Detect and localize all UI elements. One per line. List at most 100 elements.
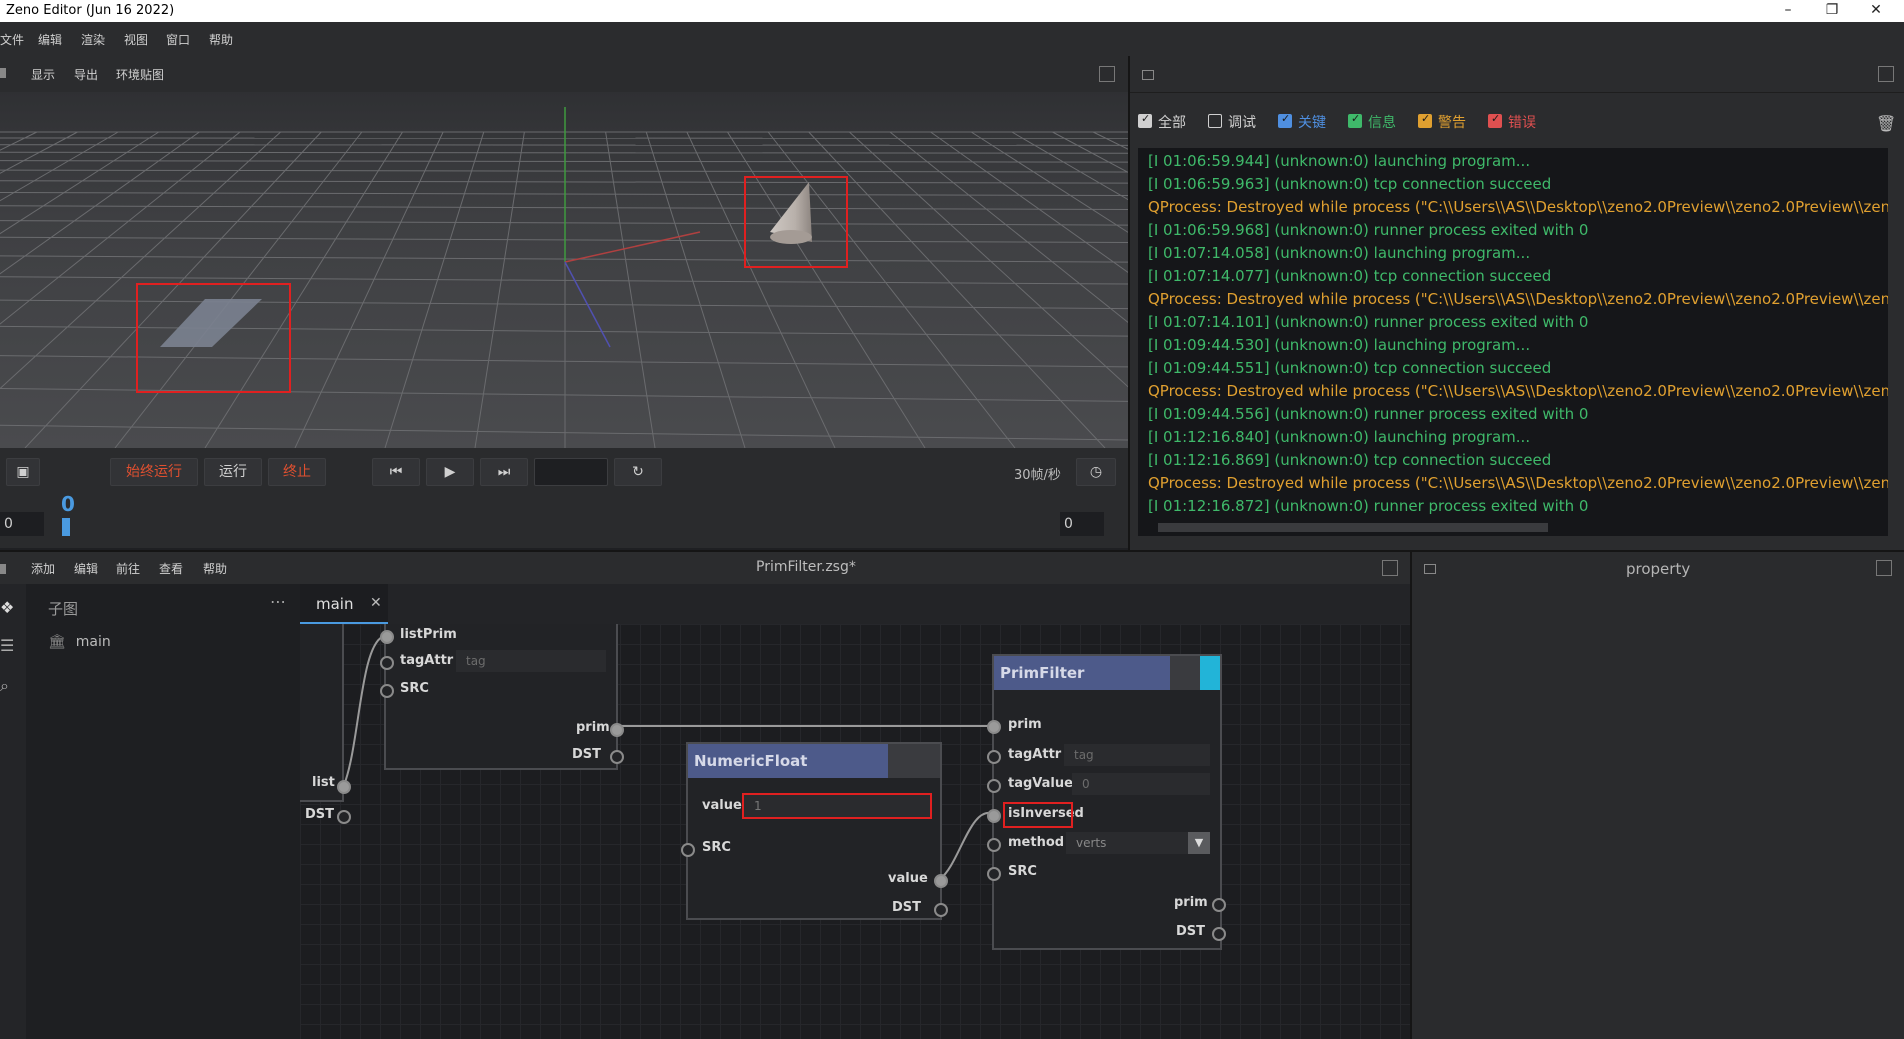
horizontal-scrollbar[interactable] [1158, 523, 1548, 532]
menu-render[interactable]: 渲染 [81, 31, 105, 48]
graph-menu-goto[interactable]: 前往 [116, 560, 140, 577]
port-tagvalue[interactable] [987, 779, 1001, 793]
checkbox-checked-icon[interactable]: ✓ [1138, 112, 1152, 128]
close-button[interactable]: ✕ [1854, 0, 1898, 22]
port-src[interactable] [380, 684, 394, 698]
log-filter-5[interactable]: ✓ 错误 [1488, 112, 1536, 132]
graph-icon: 🏛 [48, 634, 66, 650]
node-graph-canvas[interactable]: listPrim tagAttr tag SRC prim DST list D… [300, 624, 1410, 1039]
node-header-accent [1200, 656, 1220, 690]
port-tagattr[interactable] [380, 656, 394, 670]
restore-button[interactable]: ❐ [1810, 0, 1854, 22]
panel-grip-icon[interactable] [0, 564, 6, 574]
subgraph-item-main[interactable]: 🏛 main [48, 634, 111, 650]
tagattr-input[interactable]: tag [456, 650, 606, 672]
port-method[interactable] [987, 838, 1001, 852]
menu-help[interactable]: 帮助 [209, 31, 233, 48]
more-icon[interactable]: ⋯ [270, 592, 286, 611]
node-numericfloat[interactable]: NumericFloat value 1 SRC value DST [681, 742, 948, 920]
graph-menu-view[interactable]: 查看 [159, 560, 183, 577]
timeline-controls: ▣ 始终运行 运行 终止 ⏮ ▶ ⏭ ↻ 30帧/秒 ◷ 0 0 0 [0, 448, 1128, 548]
port-dst-out[interactable] [934, 903, 948, 917]
tagvalue-input[interactable]: 0 [1072, 773, 1210, 795]
port-label-prim-out: prim [1174, 895, 1208, 910]
menu-view[interactable]: 视图 [124, 31, 148, 48]
stop-button[interactable]: 终止 [268, 458, 326, 486]
graph-menu-add[interactable]: 添加 [31, 560, 55, 577]
viewport-toolbar: 显示 导出 环境贴图 [0, 56, 1128, 92]
log-output[interactable]: [I 01:06:59.944] (unknown:0) launching p… [1138, 148, 1888, 536]
log-line: QProcess: Destroyed while process ("C:\\… [1148, 290, 1888, 308]
first-frame-button[interactable]: ⏮ [372, 458, 420, 486]
timeline-cursor[interactable] [62, 518, 70, 536]
log-filter-0[interactable]: ✓ 全部 [1138, 112, 1186, 132]
next-frame-button[interactable]: ⏭ [480, 458, 528, 486]
menu-edit[interactable]: 编辑 [38, 31, 62, 48]
node-partial-left[interactable]: list [300, 624, 344, 802]
menu-export[interactable]: 导出 [74, 66, 98, 83]
port-isinversed[interactable] [987, 809, 1001, 823]
dock-icon[interactable] [1382, 560, 1398, 576]
port-prim-out[interactable] [1212, 898, 1226, 912]
nodes-icon[interactable]: ❖ [0, 598, 14, 617]
log-filter-2[interactable]: ✓ 关键 [1278, 112, 1326, 132]
trash-icon[interactable]: 🗑 [1876, 114, 1896, 133]
tagattr-input[interactable]: tag [1064, 744, 1210, 766]
checkbox-empty-icon[interactable] [1208, 114, 1222, 128]
search-icon[interactable]: ⌕ [0, 676, 9, 696]
log-line: [I 01:09:44.551] (unknown:0) tcp connect… [1148, 359, 1552, 377]
menu-file[interactable]: 文件 [0, 31, 24, 48]
menu-envmap[interactable]: 环境贴图 [116, 66, 164, 83]
frame-end-field[interactable]: 0 [1060, 512, 1104, 536]
log-filter-3[interactable]: ✓ 信息 [1348, 112, 1396, 132]
port-src[interactable] [987, 867, 1001, 881]
node-partial[interactable]: listPrim tagAttr tag SRC prim DST [380, 624, 624, 770]
port-src[interactable] [681, 843, 695, 857]
graph-menu-edit[interactable]: 编辑 [74, 560, 98, 577]
port-label-src: SRC [702, 840, 731, 855]
port-tagattr[interactable] [987, 750, 1001, 764]
play-button[interactable]: ▶ [426, 458, 474, 486]
port-dst-out[interactable] [1212, 927, 1226, 941]
menu-display[interactable]: 显示 [31, 66, 55, 83]
always-run-button[interactable]: 始终运行 [110, 458, 198, 486]
checkbox-checked-icon[interactable]: ✓ [1488, 112, 1502, 128]
viewport-3d[interactable] [0, 92, 1128, 448]
checkbox-checked-icon[interactable]: ✓ [1418, 112, 1432, 128]
chevron-down-icon[interactable]: ▼ [1188, 832, 1210, 854]
screenshot-button[interactable]: ▣ [6, 458, 40, 486]
port-label-list: list [312, 775, 335, 790]
port-dst-left[interactable] [337, 810, 351, 824]
frame-field[interactable] [534, 458, 608, 486]
log-filter-1[interactable]: 调试 [1208, 112, 1256, 132]
loop-button[interactable]: ↻ [614, 458, 662, 486]
close-icon[interactable]: ✕ [370, 595, 382, 611]
clock-icon[interactable]: ◷ [1076, 458, 1116, 486]
dock-icon[interactable] [1099, 66, 1115, 82]
port-dst-out[interactable] [610, 750, 624, 764]
checkbox-checked-icon[interactable]: ✓ [1348, 112, 1362, 128]
frame-start-field[interactable]: 0 [0, 512, 44, 536]
panel-grip-icon[interactable] [1142, 70, 1154, 80]
port-value-out[interactable] [934, 874, 948, 888]
menu-window[interactable]: 窗口 [166, 31, 190, 48]
port-prim-out[interactable] [610, 723, 624, 737]
node-primfilter[interactable]: PrimFilter prim tagAttr tag tagValue 0 i… [987, 654, 1226, 950]
log-filter-4[interactable]: ✓ 警告 [1418, 112, 1466, 132]
tab-main-label: main [316, 595, 354, 613]
panel-grip-icon[interactable] [1424, 564, 1436, 574]
port-label-listprim: listPrim [400, 627, 457, 642]
port-listprim[interactable] [380, 630, 394, 644]
dock-icon[interactable] [1876, 560, 1892, 576]
run-button[interactable]: 运行 [204, 458, 262, 486]
dock-icon[interactable] [1878, 66, 1894, 82]
port-prim-in[interactable] [987, 720, 1001, 734]
tree-icon[interactable]: ☰ [0, 636, 14, 655]
graph-menu-bar: 添加 编辑 前往 查看 帮助 PrimFilter.zsg* [0, 552, 1410, 585]
checkbox-checked-icon[interactable]: ✓ [1278, 112, 1292, 128]
minimize-button[interactable]: – [1766, 0, 1810, 22]
graph-menu-help[interactable]: 帮助 [203, 560, 227, 577]
panel-grip-icon[interactable] [0, 68, 6, 78]
port-list-out[interactable] [337, 780, 351, 794]
tab-main[interactable]: main ✕ [300, 584, 388, 624]
